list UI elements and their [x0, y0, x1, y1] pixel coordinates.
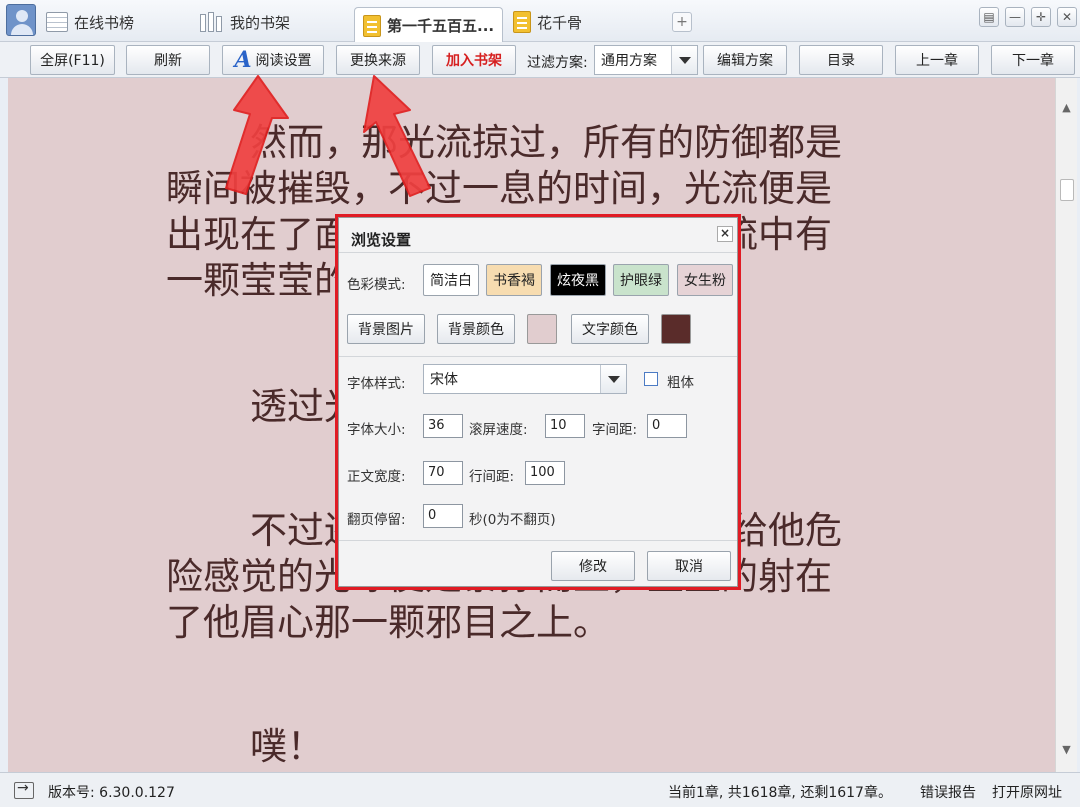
text-color-swatch[interactable] [661, 314, 691, 344]
scroll-speed-input[interactable]: 10 [545, 414, 585, 438]
bookshelf-icon [200, 12, 224, 32]
bg-color-button[interactable]: 背景颜色 [437, 314, 515, 344]
scroll-speed-label: 滚屏速度: [469, 422, 528, 438]
cancel-button[interactable]: 取消 [647, 551, 731, 581]
list-grid-icon [46, 12, 68, 32]
fullscreen-button[interactable]: 全屏(F11) [30, 45, 115, 75]
dialog-title: 浏览设置 [351, 231, 412, 249]
close-icon[interactable]: × [717, 226, 733, 242]
text-width-label: 正文宽度: [347, 469, 406, 485]
edit-scheme-button[interactable]: 编辑方案 [703, 45, 787, 75]
text-color-button[interactable]: 文字颜色 [571, 314, 649, 344]
filter-scheme-select[interactable]: 通用方案 [594, 45, 698, 75]
filter-scheme-value: 通用方案 [601, 53, 657, 69]
font-a-icon: A [234, 47, 252, 73]
new-tab-button[interactable]: + [672, 12, 692, 32]
line-spacing-label: 行间距: [469, 469, 515, 485]
tab-bar: 在线书榜 我的书架 第一千五百五... 花千骨 + ▤ — ✛ ✕ [0, 0, 1080, 43]
color-mode-black[interactable]: 炫夜黑 [550, 264, 606, 296]
font-style-value: 宋体 [430, 372, 458, 388]
refresh-button[interactable]: 刷新 [126, 45, 210, 75]
bold-checkbox[interactable] [644, 372, 658, 386]
letter-spacing-input[interactable]: 0 [647, 414, 687, 438]
tab-label: 在线书榜 [74, 13, 135, 32]
color-mode-white[interactable]: 简洁白 [423, 264, 479, 296]
tab-label: 第一千五百五... [387, 17, 495, 35]
page-stay-label: 翻页停留: [347, 512, 406, 528]
scrollbar-thumb[interactable] [1060, 179, 1074, 201]
content-paragraph: 噗！ [250, 725, 324, 768]
exit-icon[interactable] [14, 780, 34, 799]
book-icon [363, 14, 381, 37]
font-size-label: 字体大小: [347, 422, 406, 438]
chapter-progress-text: 当前1章, 共1618章, 还剩1617章。 [668, 785, 892, 801]
tab-hua-qian-gu[interactable]: 花千骨 [513, 7, 582, 37]
filter-scheme-label: 过滤方案: [527, 55, 588, 71]
color-mode-pink[interactable]: 女生粉 [677, 264, 733, 296]
close-window-button[interactable]: ✕ [1057, 7, 1077, 27]
error-report-link[interactable]: 错误报告 [920, 782, 976, 802]
add-to-shelf-button[interactable]: 加入书架 [432, 45, 516, 75]
vertical-scrollbar[interactable]: ▲ ▼ [1055, 78, 1077, 772]
open-original-url-link[interactable]: 打开原网址 [992, 782, 1062, 802]
read-settings-button[interactable]: A 阅读设置 [222, 45, 324, 75]
font-size-input[interactable]: 36 [423, 414, 463, 438]
bold-label: 粗体 [667, 375, 694, 391]
browse-settings-dialog: 浏览设置 × 色彩模式: 简洁白 书香褐 炫夜黑 护眼绿 女生粉 背景图片 背景… [335, 214, 741, 590]
minimize-button[interactable]: — [1005, 7, 1025, 27]
chevron-down-icon [600, 365, 626, 393]
maximize-button[interactable]: ✛ [1031, 7, 1051, 27]
scroll-down-icon[interactable]: ▼ [1056, 740, 1077, 760]
scroll-up-icon[interactable]: ▲ [1056, 98, 1077, 118]
toolbar: 全屏(F11) 刷新 A 阅读设置 更换来源 加入书架 过滤方案: 通用方案 编… [0, 42, 1080, 78]
tab-online-ranking[interactable]: 在线书榜 [46, 7, 134, 37]
toc-button[interactable]: 目录 [799, 45, 883, 75]
font-style-label: 字体样式: [347, 376, 406, 392]
bg-image-button[interactable]: 背景图片 [347, 314, 425, 344]
page-stay-input[interactable]: 0 [423, 504, 463, 528]
version-text: 版本号: 6.30.0.127 [48, 785, 175, 801]
bg-color-swatch[interactable] [527, 314, 557, 344]
book-icon [513, 11, 531, 33]
status-bar: 版本号: 6.30.0.127 当前1章, 共1618章, 还剩1617章。 错… [0, 772, 1080, 807]
font-style-select[interactable]: 宋体 [423, 364, 627, 394]
tab-my-bookshelf[interactable]: 我的书架 [200, 7, 290, 37]
color-mode-label: 色彩模式: [347, 277, 406, 293]
next-chapter-button[interactable]: 下一章 [991, 45, 1075, 75]
letter-spacing-label: 字间距: [592, 422, 638, 438]
prev-chapter-button[interactable]: 上一章 [895, 45, 979, 75]
line-spacing-input[interactable]: 100 [525, 461, 565, 485]
text-width-input[interactable]: 70 [423, 461, 463, 485]
read-settings-label: 阅读设置 [255, 53, 312, 69]
apply-button[interactable]: 修改 [551, 551, 635, 581]
color-mode-brown[interactable]: 书香褐 [486, 264, 542, 296]
user-avatar[interactable] [6, 4, 36, 36]
chevron-down-icon [671, 46, 697, 74]
tab-label: 我的书架 [230, 13, 291, 32]
page-stay-unit: 秒(0为不翻页) [469, 512, 556, 528]
window-menu-button[interactable]: ▤ [979, 7, 999, 27]
tab-label: 花千骨 [537, 13, 583, 32]
color-mode-green[interactable]: 护眼绿 [613, 264, 669, 296]
tab-current-chapter[interactable]: 第一千五百五... [354, 7, 504, 43]
change-source-button[interactable]: 更换来源 [336, 45, 420, 75]
